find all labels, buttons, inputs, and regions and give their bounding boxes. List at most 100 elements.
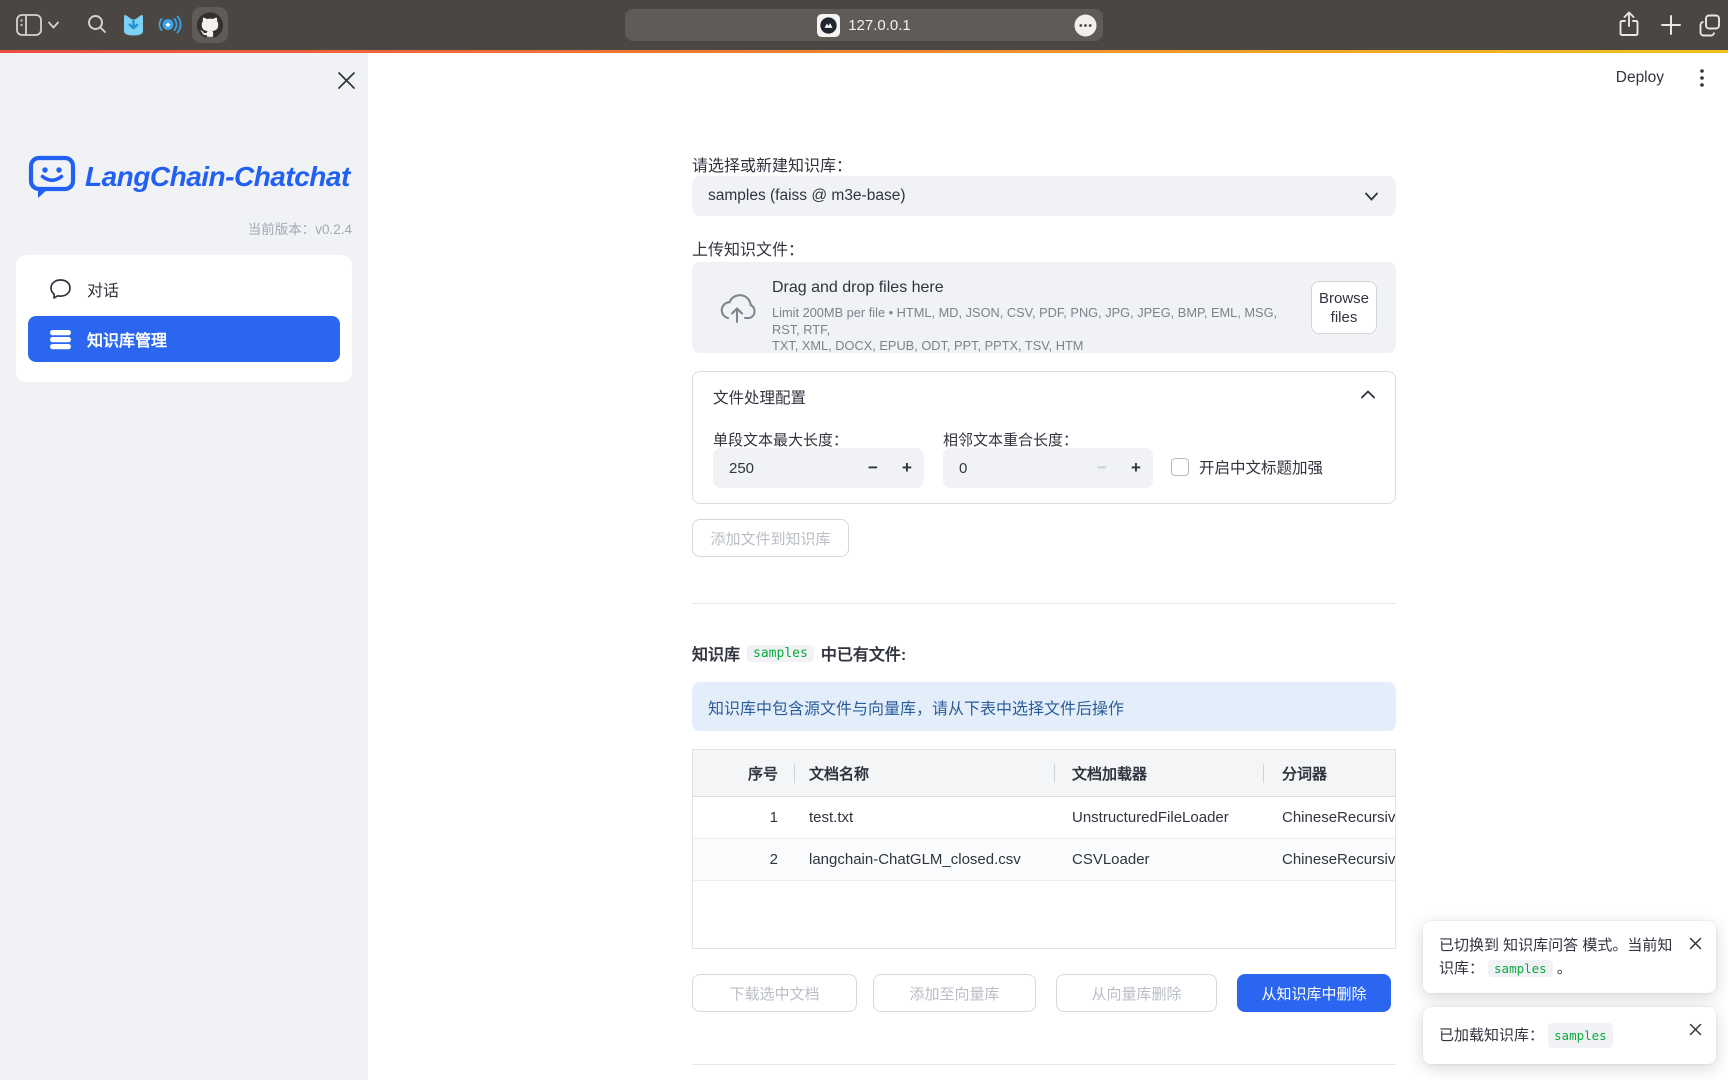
zh-title-enhance-checkbox[interactable]: 开启中文标题加强 xyxy=(1171,456,1323,478)
kb-files-heading-prefix: 知识库 xyxy=(692,641,740,665)
cell-loader: CSVLoader xyxy=(1054,851,1263,868)
close-icon xyxy=(337,71,356,90)
version-value: v0.2.4 xyxy=(315,222,352,237)
share-icon[interactable] xyxy=(1618,11,1640,38)
column-separator xyxy=(794,764,795,783)
table-actions: 下载选中文档 添加至向量库 从向量库删除 从知识库中删除 xyxy=(692,974,1391,1012)
close-icon xyxy=(1689,937,1702,950)
browse-files-button[interactable]: Browse files xyxy=(1311,281,1377,334)
deploy-button[interactable]: Deploy xyxy=(1616,69,1664,87)
toast-mode-switched: 已切换到 知识库问答 模式。当前知识库：samples。 xyxy=(1423,921,1716,993)
overlap-value: 0 xyxy=(943,460,1085,477)
overlap-increment-button[interactable]: + xyxy=(1119,458,1153,478)
toast-text: 已加载知识库： xyxy=(1439,1024,1544,1047)
table-header-row: 序号 文档名称 文档加载器 分词器 xyxy=(693,750,1395,797)
chunk-size-increment-button[interactable]: + xyxy=(890,458,924,478)
sidebar-close-button[interactable] xyxy=(334,68,358,92)
divider xyxy=(692,603,1396,604)
github-icon xyxy=(197,12,223,38)
table-row[interactable]: 2 langchain-ChatGLM_closed.csv CSVLoader… xyxy=(693,839,1395,881)
dropzone-limit-line2: TXT, XML, DOCX, EPUB, ODT, PPT, PPTX, TS… xyxy=(772,338,1282,355)
table-header-loader: 文档加载器 xyxy=(1054,763,1263,784)
cell-splitter: ChineseRecursiveT xyxy=(1263,809,1395,826)
delete-from-vector-store-button[interactable]: 从向量库删除 xyxy=(1056,974,1217,1012)
kb-select-value: samples (faiss @ m3e-base) xyxy=(708,187,1365,205)
cell-splitter: ChineseRecursiveT xyxy=(1263,851,1395,868)
table-header-index: 序号 xyxy=(693,763,794,784)
cloud-upload-icon xyxy=(716,289,758,325)
tab-overview-icon[interactable] xyxy=(1698,13,1722,37)
sidebar-nav: 对话 知识库管理 xyxy=(16,255,352,382)
kb-files-heading-suffix: 中已有文件: xyxy=(821,641,906,665)
app-logo: LangChain-Chatchat xyxy=(28,154,350,200)
dropzone-limits: Limit 200MB per file • HTML, MD, JSON, C… xyxy=(772,305,1282,355)
dropzone-title: Drag and drop files here xyxy=(772,279,944,297)
file-config-expander: 文件处理配置 单段文本最大长度： 250 − + 相邻文本重合长度： 0 − +… xyxy=(692,371,1396,504)
cell-name: langchain-ChatGLM_closed.csv xyxy=(794,851,1054,868)
toast-kb-code-chip: samples xyxy=(1548,1023,1613,1048)
knowledge-base-icon xyxy=(49,329,72,350)
chevron-up-icon[interactable] xyxy=(1361,390,1375,399)
search-icon[interactable] xyxy=(86,13,108,35)
chatchat-logo-icon xyxy=(28,154,76,200)
toast-close-button[interactable] xyxy=(1684,1018,1706,1040)
table-header-splitter: 分词器 xyxy=(1263,763,1395,784)
toast-text-suffix: 。 xyxy=(1557,960,1572,977)
toast-kb-loaded: 已加载知识库：samples xyxy=(1423,1007,1716,1064)
github-tab-button[interactable] xyxy=(192,7,228,43)
main-menu-button[interactable] xyxy=(1690,65,1714,91)
overlap-label: 相邻文本重合长度： xyxy=(943,429,1078,450)
info-banner: 知识库中包含源文件与向量库，请从下表中选择文件后操作 xyxy=(692,682,1396,731)
close-icon xyxy=(1689,1023,1702,1036)
overlap-decrement-button[interactable]: − xyxy=(1085,458,1119,478)
chat-bubble-icon xyxy=(49,278,72,300)
kebab-menu-icon xyxy=(1700,69,1704,87)
kb-files-heading: 知识库 samples 中已有文件: xyxy=(692,641,906,665)
browser-toolbar: 127.0.0.1 xyxy=(0,0,1728,50)
chunk-size-label: 单段文本最大长度： xyxy=(713,429,848,450)
sidebar-item-knowledge-base[interactable]: 知识库管理 xyxy=(28,316,340,362)
delete-from-kb-button[interactable]: 从知识库中删除 xyxy=(1237,974,1391,1012)
file-dropzone[interactable]: Drag and drop files here Limit 200MB per… xyxy=(692,262,1396,353)
page-more-button[interactable] xyxy=(1074,14,1097,42)
column-separator xyxy=(1054,764,1055,783)
app-logo-text: LangChain-Chatchat xyxy=(85,161,350,193)
sidebar-item-label: 知识库管理 xyxy=(87,327,167,351)
version-label: 当前版本： xyxy=(248,222,316,237)
kb-name-code-chip: samples xyxy=(747,645,814,662)
sidebar-toggle-icon[interactable] xyxy=(16,14,42,36)
site-favicon xyxy=(817,14,840,37)
overlap-input[interactable]: 0 − + xyxy=(943,448,1153,488)
kb-select[interactable]: samples (faiss @ m3e-base) xyxy=(692,176,1396,216)
favorite-tab-icon-blue-circles[interactable] xyxy=(156,11,183,38)
table-row[interactable]: 1 test.txt UnstructuredFileLoader Chines… xyxy=(693,797,1395,839)
cell-loader: UnstructuredFileLoader xyxy=(1054,809,1263,826)
kb-files-table[interactable]: 序号 文档名称 文档加载器 分词器 1 test.txt Unstructure… xyxy=(692,749,1396,949)
chunk-size-decrement-button[interactable]: − xyxy=(856,458,890,478)
sidebar-item-dialogue[interactable]: 对话 xyxy=(28,265,340,313)
cell-name: test.txt xyxy=(794,809,1054,826)
column-separator xyxy=(1263,764,1264,783)
table-header-name: 文档名称 xyxy=(794,763,1054,784)
app-body: LangChain-Chatchat 当前版本：v0.2.4 对话 xyxy=(0,53,1728,1080)
sidebar: LangChain-Chatchat 当前版本：v0.2.4 对话 xyxy=(0,53,368,1080)
address-bar[interactable]: 127.0.0.1 xyxy=(625,9,1103,41)
favorite-tab-icon-blue-bookmark[interactable] xyxy=(120,11,147,38)
chunk-size-input[interactable]: 250 − + xyxy=(713,448,924,488)
chevron-down-icon xyxy=(1365,192,1378,201)
toast-close-button[interactable] xyxy=(1684,932,1706,954)
new-tab-icon[interactable] xyxy=(1660,14,1682,36)
checkbox-box xyxy=(1171,458,1189,476)
download-selected-button[interactable]: 下载选中文档 xyxy=(692,974,857,1012)
toast-kb-code-chip: samples xyxy=(1488,960,1553,977)
upload-label: 上传知识文件： xyxy=(692,236,804,260)
checkbox-label: 开启中文标题加强 xyxy=(1199,456,1323,478)
add-files-to-kb-button[interactable]: 添加文件到知识库 xyxy=(692,519,849,557)
app-header-actions: Deploy xyxy=(1616,65,1714,91)
expander-title[interactable]: 文件处理配置 xyxy=(713,386,806,408)
chevron-down-icon[interactable] xyxy=(48,21,59,29)
kb-select-label: 请选择或新建知识库： xyxy=(692,152,852,176)
toast-text: 已切换到 知识库问答 模式。当前知识库： xyxy=(1439,937,1672,977)
add-to-vector-store-button[interactable]: 添加至向量库 xyxy=(873,974,1036,1012)
screen: 127.0.0.1 xyxy=(0,0,1728,1080)
